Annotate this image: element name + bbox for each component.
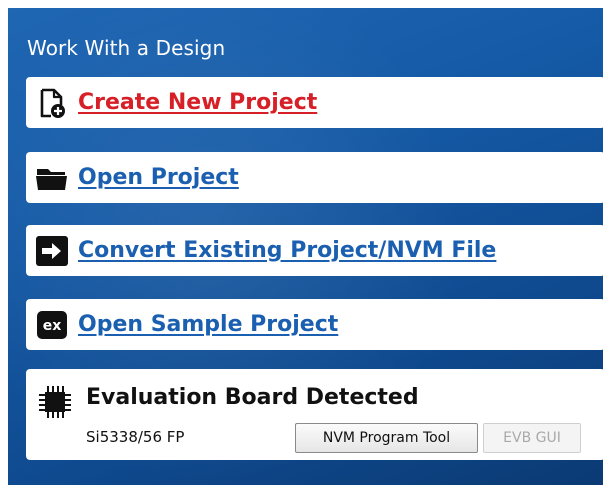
convert-existing-project-item[interactable]: Convert Existing Project/NVM File (26, 225, 603, 276)
device-name: Si5338/56 FP (86, 428, 185, 446)
nvm-program-tool-button[interactable]: NVM Program Tool (295, 423, 478, 453)
ex-icon-text: ex (43, 318, 62, 334)
open-project-item[interactable]: Open Project (26, 152, 603, 203)
evaluation-board-title: Evaluation Board Detected (86, 385, 419, 410)
open-project-link[interactable]: Open Project (78, 165, 239, 190)
create-new-project-item[interactable]: Create New Project (26, 77, 603, 128)
panel-title: Work With a Design (27, 36, 226, 60)
convert-arrow-icon (34, 233, 70, 269)
ex-icon: ex (34, 307, 70, 343)
open-sample-project-item[interactable]: ex Open Sample Project (26, 299, 603, 350)
new-file-icon (34, 85, 70, 121)
work-with-design-panel: Work With a Design Create New Project Op… (8, 8, 603, 485)
open-sample-project-link[interactable]: Open Sample Project (78, 312, 338, 337)
evaluation-board-box: Evaluation Board Detected Si5338/56 FP N… (26, 369, 603, 460)
create-new-project-link[interactable]: Create New Project (78, 90, 317, 115)
convert-existing-project-link[interactable]: Convert Existing Project/NVM File (78, 238, 496, 263)
folder-icon (34, 160, 70, 196)
chip-icon (38, 385, 72, 419)
evb-gui-button[interactable]: EVB GUI (483, 423, 581, 453)
